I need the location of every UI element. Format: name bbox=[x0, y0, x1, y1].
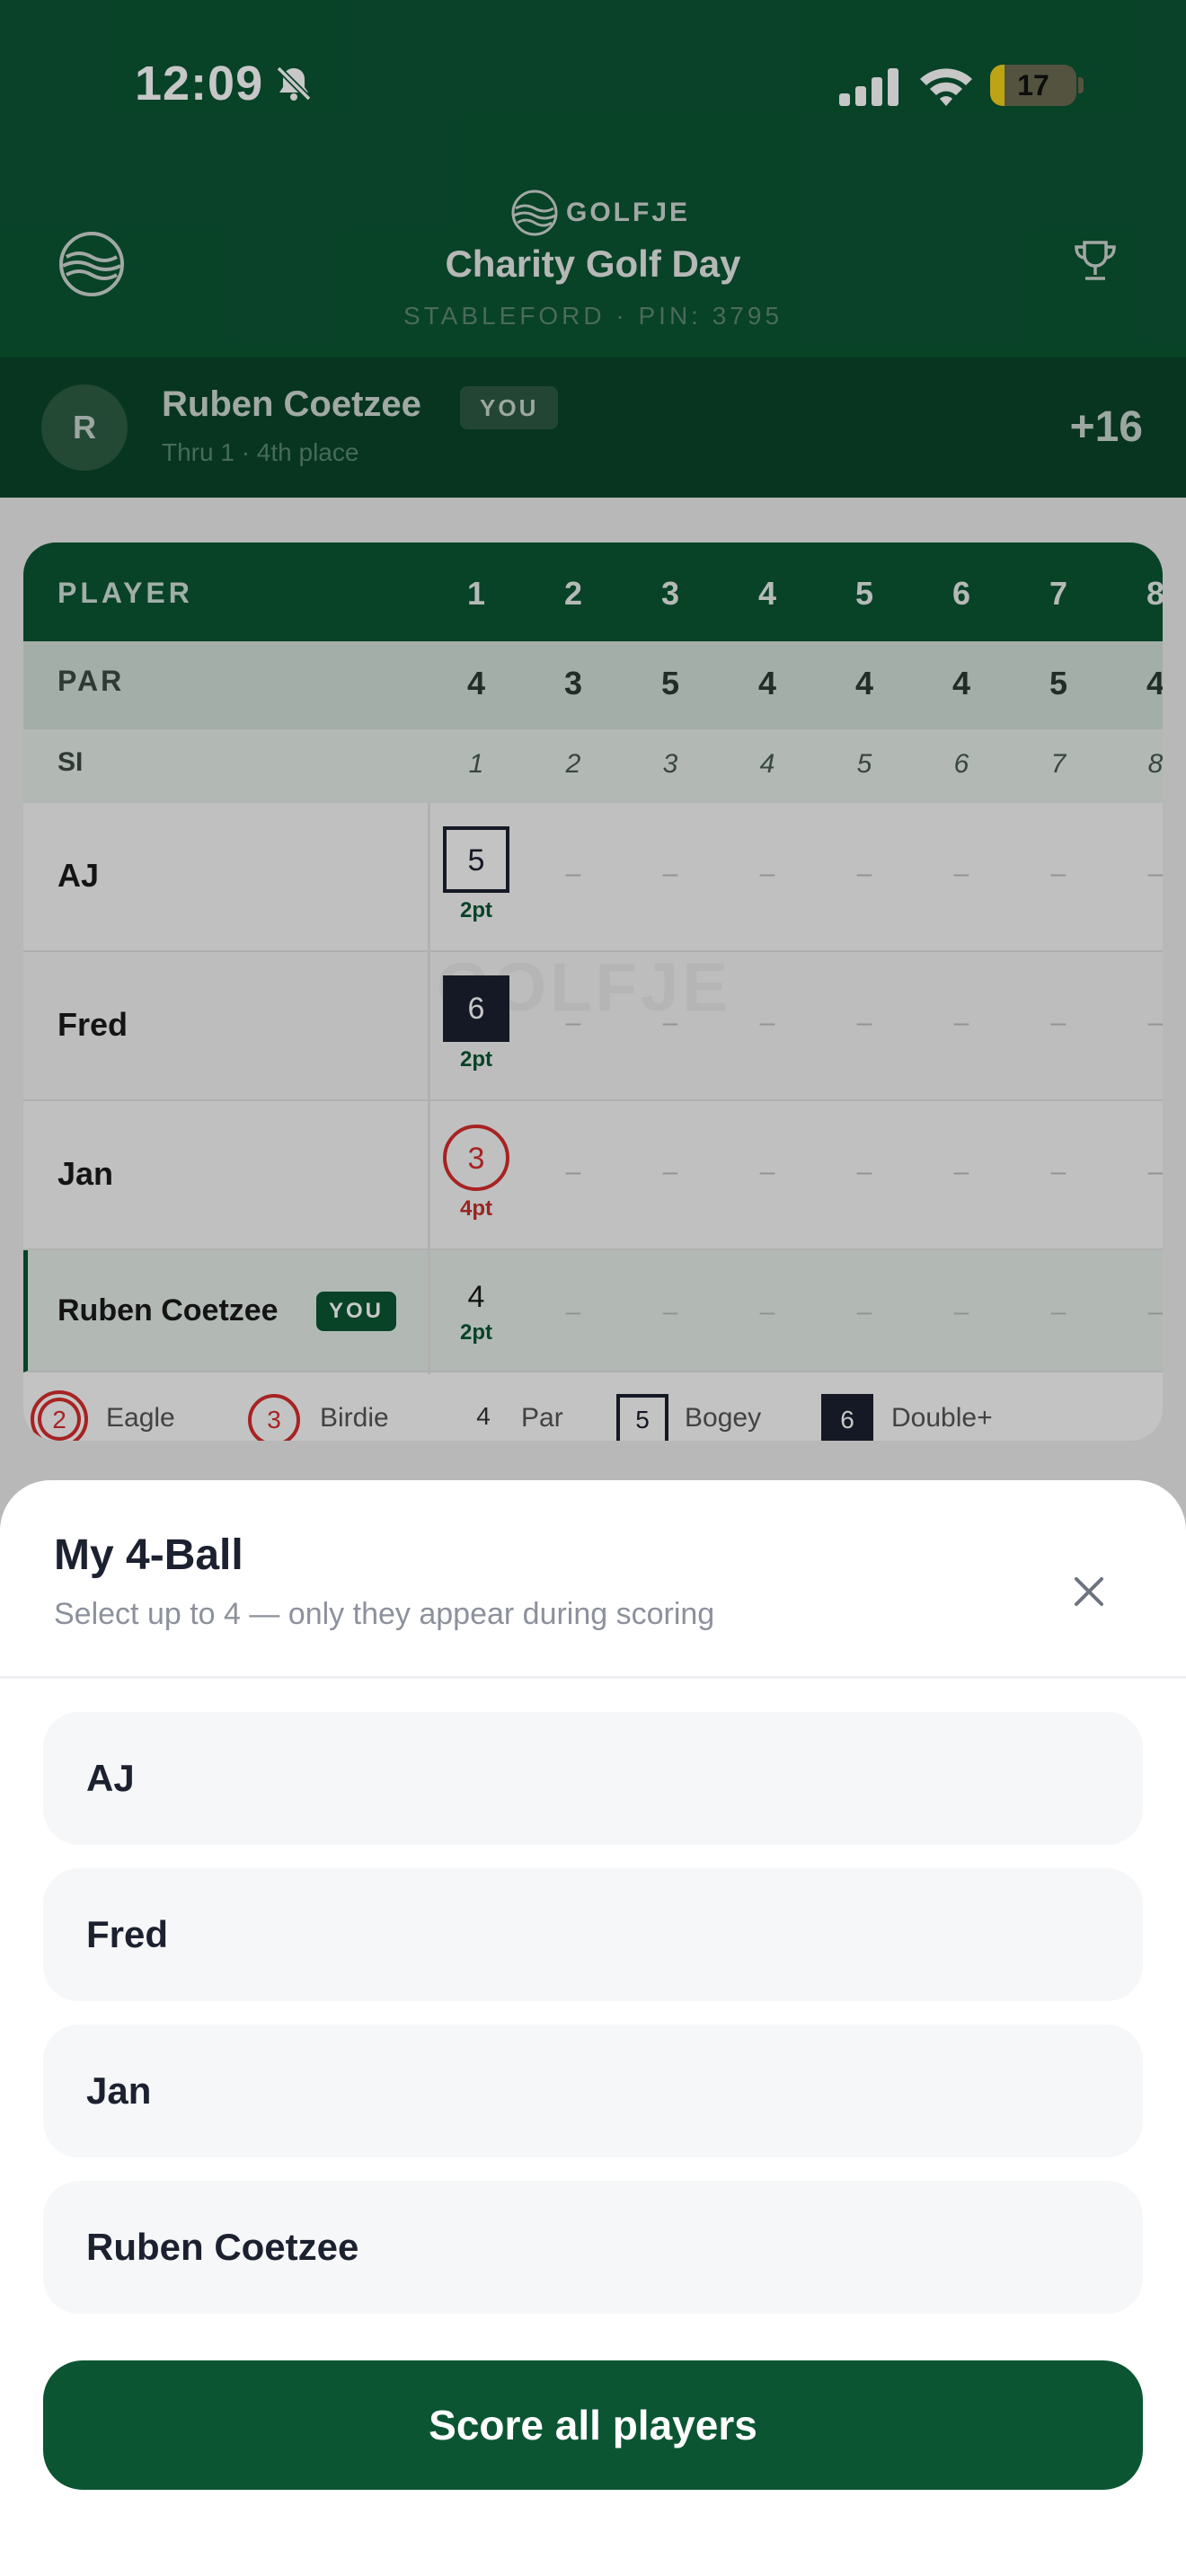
close-icon[interactable] bbox=[1060, 1563, 1118, 1620]
player-option-label: Jan bbox=[86, 2069, 152, 2112]
sheet-subtitle: Select up to 4 — only they appear during… bbox=[54, 1597, 715, 1631]
player-option[interactable]: AJ bbox=[43, 1712, 1143, 1845]
player-option-label: Ruben Coetzee bbox=[86, 2226, 359, 2268]
sheet-divider bbox=[0, 1676, 1186, 1679]
player-option-label: Fred bbox=[86, 1913, 169, 1955]
four-ball-sheet: My 4-Ball Select up to 4 — only they app… bbox=[0, 1480, 1186, 2576]
player-option[interactable]: Ruben Coetzee bbox=[43, 2181, 1143, 2314]
player-option[interactable]: Jan bbox=[43, 2025, 1143, 2157]
player-option[interactable]: Fred bbox=[43, 1868, 1143, 2001]
player-option-label: AJ bbox=[86, 1757, 135, 1799]
sheet-title: My 4-Ball bbox=[54, 1531, 243, 1579]
score-all-players-button[interactable]: Score all players bbox=[43, 2360, 1143, 2490]
